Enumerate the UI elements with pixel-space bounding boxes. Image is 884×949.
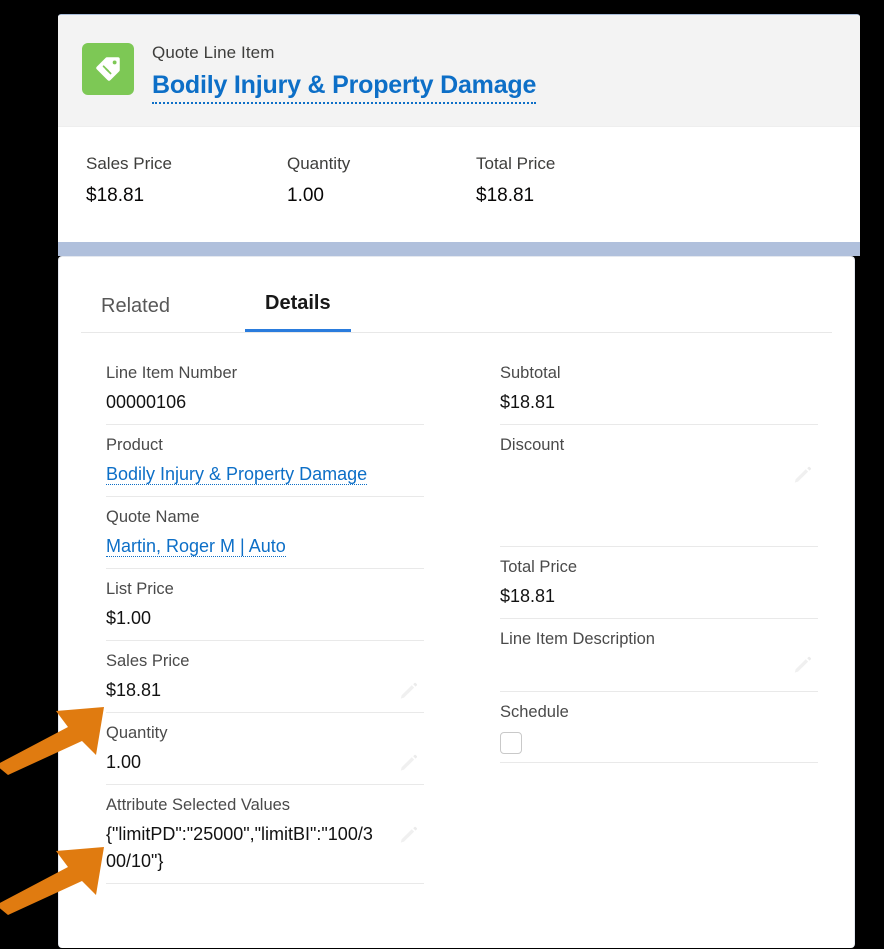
- details-field-grid: Line Item Number 00000106 Product Bodily…: [59, 333, 854, 884]
- edit-pencil-icon[interactable]: [398, 825, 420, 847]
- stat-value: $18.81: [86, 185, 145, 206]
- field-value: $18.81: [500, 586, 556, 606]
- field-label: List Price: [106, 580, 174, 598]
- field-quantity: Quantity 1.00: [106, 713, 424, 785]
- field-label: Subtotal: [500, 364, 561, 382]
- field-quote-name: Quote Name Martin, Roger M | Auto: [106, 497, 424, 569]
- field-attribute-selected-values: Attribute Selected Values {"limitPD":"25…: [106, 785, 424, 884]
- record-type-label: Quote Line Item: [152, 43, 275, 62]
- field-label: Quantity: [106, 724, 168, 742]
- record-highlight-stats: Sales Price $18.81 Quantity 1.00 Total P…: [58, 127, 860, 242]
- field-value-wrapper: Martin, Roger M | Auto: [106, 529, 424, 560]
- stat-quantity: Quantity 1.00: [287, 153, 350, 208]
- tab-related[interactable]: Related: [81, 293, 190, 332]
- field-value: 1.00: [106, 752, 142, 772]
- tab-bar: Related Details: [81, 257, 832, 333]
- field-line-item-number: Line Item Number 00000106: [106, 353, 424, 425]
- schedule-checkbox[interactable]: [500, 732, 522, 754]
- field-product: Product Bodily Injury & Property Damage: [106, 425, 424, 497]
- field-subtotal: Subtotal $18.81: [500, 353, 818, 425]
- stat-label: Sales Price: [86, 154, 172, 173]
- stat-value: 1.00: [287, 185, 324, 206]
- tab-details[interactable]: Details: [245, 290, 351, 332]
- details-right-column: Subtotal $18.81 Discount Total Price $18…: [500, 353, 818, 763]
- field-value: [500, 651, 818, 678]
- stat-sales-price: Sales Price $18.81: [86, 153, 172, 208]
- field-value: $18.81: [106, 680, 162, 700]
- field-label: Total Price: [500, 558, 578, 576]
- product-link[interactable]: Bodily Injury & Property Damage: [106, 460, 368, 485]
- field-line-item-description: Line Item Description: [500, 619, 818, 692]
- field-label: Discount: [500, 436, 565, 454]
- field-value: [500, 457, 818, 484]
- field-label: Sales Price: [106, 652, 190, 670]
- field-schedule: Schedule: [500, 692, 818, 763]
- field-label: Product: [106, 436, 163, 454]
- record-title-link[interactable]: Bodily Injury & Property Damage: [152, 69, 536, 104]
- field-label: Schedule: [500, 703, 569, 721]
- edit-pencil-icon[interactable]: [792, 655, 814, 677]
- stat-label: Total Price: [476, 154, 556, 173]
- record-header-card: Quote Line Item Bodily Injury & Property…: [58, 14, 860, 242]
- field-label: Quote Name: [106, 508, 200, 526]
- field-sales-price: Sales Price $18.81: [106, 641, 424, 713]
- edit-pencil-icon[interactable]: [792, 465, 814, 487]
- record-header-top: Quote Line Item Bodily Injury & Property…: [58, 15, 860, 127]
- quote-name-link[interactable]: Martin, Roger M | Auto: [106, 532, 286, 557]
- field-total-price: Total Price $18.81: [500, 547, 818, 619]
- field-label: Attribute Selected Values: [106, 796, 291, 814]
- edit-pencil-icon[interactable]: [398, 681, 420, 703]
- record-header-text: Quote Line Item Bodily Injury & Property…: [152, 41, 536, 104]
- details-left-column: Line Item Number 00000106 Product Bodily…: [106, 353, 424, 884]
- field-label: Line Item Description: [500, 630, 655, 648]
- stat-value: $18.81: [476, 185, 535, 206]
- screenshot-root: Quote Line Item Bodily Injury & Property…: [0, 0, 884, 949]
- price-tag-icon: [82, 43, 134, 95]
- field-discount: Discount: [500, 425, 818, 547]
- field-value: $1.00: [106, 608, 152, 628]
- field-label: Line Item Number: [106, 364, 238, 382]
- field-value: {"limitPD":"25000","limitBI":"100/300/10…: [106, 824, 373, 871]
- field-value: $18.81: [500, 392, 556, 412]
- field-value: 00000106: [106, 392, 187, 412]
- stat-total-price: Total Price $18.81: [476, 153, 555, 208]
- stat-label: Quantity: [287, 154, 351, 173]
- field-list-price: List Price $1.00: [106, 569, 424, 641]
- details-card: Related Details Line Item Number 0000010…: [58, 256, 855, 948]
- card-separator: [58, 242, 860, 256]
- edit-pencil-icon[interactable]: [398, 753, 420, 775]
- field-value-wrapper: Bodily Injury & Property Damage: [106, 457, 424, 488]
